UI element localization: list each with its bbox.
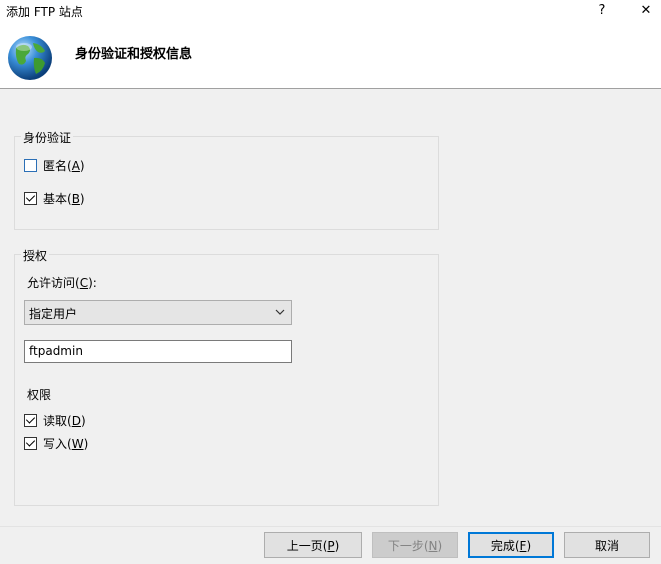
write-checkbox[interactable]	[24, 436, 37, 450]
basic-checkbox-row[interactable]: 基本(B)	[24, 190, 85, 206]
anonymous-checkbox-row[interactable]: 匿名(A)	[24, 157, 85, 173]
finish-button[interactable]: 完成(F)	[468, 532, 554, 558]
window-title: 添加 FTP 站点	[6, 5, 83, 19]
title-bar: 添加 FTP 站点 ? ✕	[0, 0, 661, 22]
authorization-group	[14, 254, 439, 506]
page-title: 身份验证和授权信息	[75, 47, 193, 62]
write-checkbox-row[interactable]: 写入(W)	[24, 435, 88, 451]
help-button[interactable]: ?	[592, 1, 612, 21]
globe-icon	[8, 36, 52, 80]
read-checkbox-row[interactable]: 读取(D)	[24, 412, 86, 428]
previous-button[interactable]: 上一页(P)	[264, 532, 362, 558]
allow-access-selected: 指定用户	[29, 307, 78, 321]
write-label: 写入(W)	[43, 436, 89, 451]
close-button[interactable]: ✕	[636, 1, 656, 21]
permissions-label: 权限	[27, 388, 52, 402]
cancel-button[interactable]: 取消	[564, 532, 650, 558]
chevron-down-icon	[275, 309, 285, 315]
authorization-group-label: 授权	[21, 247, 50, 264]
user-input[interactable]	[25, 341, 291, 360]
read-label: 读取(D)	[43, 413, 86, 428]
next-button[interactable]: 下一步(N)	[372, 532, 458, 558]
anonymous-label: 匿名(A)	[43, 158, 85, 173]
footer-divider	[0, 526, 661, 527]
user-field[interactable]	[24, 340, 292, 363]
authentication-group-label: 身份验证	[21, 129, 74, 146]
allow-access-label: 允许访问(C):	[27, 276, 97, 290]
wizard-header: 身份验证和授权信息	[0, 22, 661, 89]
anonymous-checkbox[interactable]	[24, 158, 37, 172]
authentication-group	[14, 136, 439, 230]
basic-checkbox[interactable]	[24, 191, 37, 205]
allow-access-dropdown[interactable]: 指定用户	[24, 300, 292, 325]
basic-label: 基本(B)	[43, 191, 85, 206]
read-checkbox[interactable]	[24, 413, 37, 427]
